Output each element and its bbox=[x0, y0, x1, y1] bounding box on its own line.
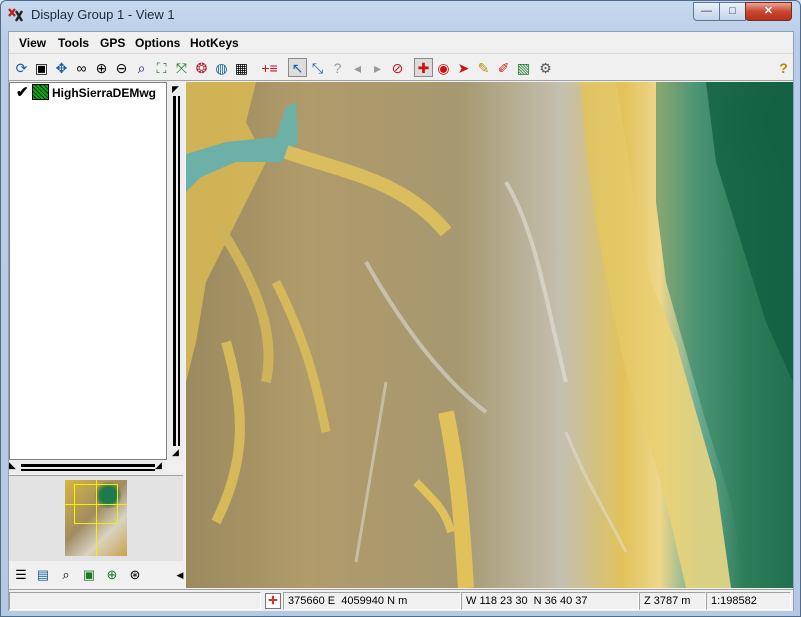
scroll-track-shadow bbox=[21, 469, 155, 471]
tntmips-app-icon bbox=[8, 8, 24, 22]
dem-map-view[interactable] bbox=[186, 82, 793, 588]
menu-options[interactable]: Options bbox=[135, 36, 180, 50]
move-cursor-icon[interactable]: ✚ bbox=[414, 58, 433, 77]
menu-tools[interactable]: Tools bbox=[58, 36, 89, 50]
scroll-right-arrow-icon[interactable]: ◢ bbox=[155, 460, 162, 471]
scroll-down-arrow-icon[interactable]: ◢ bbox=[169, 446, 182, 459]
full-view-icon[interactable]: ▣ bbox=[32, 58, 51, 77]
query-pointer-icon[interactable]: ? bbox=[328, 58, 347, 77]
close-button[interactable]: ✕ bbox=[745, 2, 792, 21]
overview-locator-panel[interactable] bbox=[9, 475, 183, 561]
zoom-active-layer-icon[interactable]: ⊕ bbox=[103, 566, 121, 584]
zoom-extents-icon[interactable]: ⛶ bbox=[152, 58, 171, 77]
menu-bar: View Tools GPS Options HotKeys bbox=[9, 32, 793, 54]
map-coordinates-readout: 375660 E 4059940 N m bbox=[283, 592, 461, 610]
add-layer-icon[interactable]: +≡ bbox=[260, 58, 279, 77]
scroll-up-arrow-icon[interactable]: ◤ bbox=[169, 83, 182, 96]
menu-hotkeys[interactable]: HotKeys bbox=[190, 36, 239, 50]
layer-visible-checkbox[interactable]: ✔ bbox=[16, 83, 29, 101]
zoom-box-icon[interactable]: ⌕ bbox=[132, 58, 151, 77]
gps-vehicle-icon[interactable]: ⚙ bbox=[536, 58, 555, 77]
select-tool-icon[interactable]: ↖ bbox=[288, 58, 307, 77]
scroll-track[interactable] bbox=[21, 464, 155, 467]
legend-vertical-scrollbar[interactable]: ◤ ◢ bbox=[168, 82, 183, 460]
main-toolbar: ⟳ ▣ ✥ ∞ ⊕ ⊖ ⌕ ⛶ ⤧ ❂ ◍ ▦ +≡ ↖ ⤡ ? ◂ ▸ ⊘ ✚… bbox=[9, 55, 793, 81]
scroll-left-arrow-icon[interactable]: ◣ bbox=[9, 460, 16, 471]
globe-icon[interactable]: ◍ bbox=[212, 58, 231, 77]
title-bar[interactable]: Display Group 1 - View 1 — □ ✕ bbox=[1, 1, 800, 30]
measure-icon[interactable]: ⤡ bbox=[308, 58, 327, 77]
maximize-button[interactable]: □ bbox=[719, 2, 746, 21]
window-client: View Tools GPS Options HotKeys ⟳ ▣ ✥ ∞ ⊕… bbox=[8, 31, 794, 611]
latlon-readout: W 118 23 30 N 36 40 37 bbox=[461, 592, 639, 610]
scroll-track[interactable] bbox=[173, 96, 176, 446]
map-scale-readout[interactable]: 1:198582 bbox=[706, 592, 791, 610]
legend-list-icon[interactable]: ☰ bbox=[12, 566, 30, 584]
binoculars-icon[interactable]: ∞ bbox=[72, 58, 91, 77]
help-icon[interactable]: ? bbox=[774, 58, 793, 77]
menu-view[interactable]: View bbox=[19, 36, 46, 50]
layer-stack-icon[interactable]: ▤ bbox=[34, 566, 52, 584]
stop-icon[interactable]: ⊘ bbox=[388, 58, 407, 77]
legend-toolbar: ☰ ▤ ⌕ ▣ ⊕ ⊛ ◀ bbox=[9, 562, 183, 588]
layer-thumbnail bbox=[32, 84, 49, 100]
zoom-to-layer-icon[interactable]: ⌕ bbox=[57, 566, 75, 584]
pencil-icon[interactable]: ✎ bbox=[474, 58, 493, 77]
status-message-cell bbox=[9, 592, 261, 610]
tilt-icon[interactable]: ❂ bbox=[192, 58, 211, 77]
camera-icon[interactable]: ▦ bbox=[232, 58, 251, 77]
window-title: Display Group 1 - View 1 bbox=[31, 7, 175, 22]
menu-gps[interactable]: GPS bbox=[100, 36, 125, 50]
zoom-out-icon[interactable]: ⊖ bbox=[112, 58, 131, 77]
layer-legend-panel: ✔ HighSierraDEMwg bbox=[9, 82, 167, 460]
image-layer-icon[interactable]: ▧ bbox=[514, 58, 533, 77]
scroll-track-shadow bbox=[178, 96, 180, 446]
layer-view-icon[interactable]: ▣ bbox=[80, 566, 98, 584]
pan-arrows-icon[interactable]: ✥ bbox=[52, 58, 71, 77]
app-window: Display Group 1 - View 1 — □ ✕ View Tool… bbox=[0, 0, 801, 617]
sketch-icon[interactable]: ✐ bbox=[494, 58, 513, 77]
forward-view-icon[interactable]: ▸ bbox=[368, 58, 387, 77]
zoom-full-icon[interactable]: ⊛ bbox=[126, 566, 144, 584]
elevation-readout: Z 3787 m bbox=[639, 592, 706, 610]
rotate-view-icon[interactable]: ⤧ bbox=[172, 58, 191, 77]
status-bar: ✛ 375660 E 4059940 N m W 118 23 30 N 36 … bbox=[9, 589, 793, 611]
legend-horizontal-scrollbar[interactable]: ◣ ◢ bbox=[9, 460, 167, 473]
redraw-icon[interactable]: ⟳ bbox=[12, 58, 31, 77]
overview-view-extent-box[interactable] bbox=[74, 484, 118, 524]
minimize-button[interactable]: — bbox=[693, 2, 720, 21]
coordinate-type-icon[interactable]: ✛ bbox=[265, 593, 281, 609]
layer-name-label[interactable]: HighSierraDEMwg bbox=[52, 86, 156, 100]
zoom-circle-icon[interactable]: ◉ bbox=[434, 58, 453, 77]
arrow-pointer-icon[interactable]: ➤ bbox=[454, 58, 473, 77]
terrain-canvas bbox=[186, 82, 793, 588]
zoom-in-icon[interactable]: ⊕ bbox=[92, 58, 111, 77]
back-view-icon[interactable]: ◂ bbox=[348, 58, 367, 77]
